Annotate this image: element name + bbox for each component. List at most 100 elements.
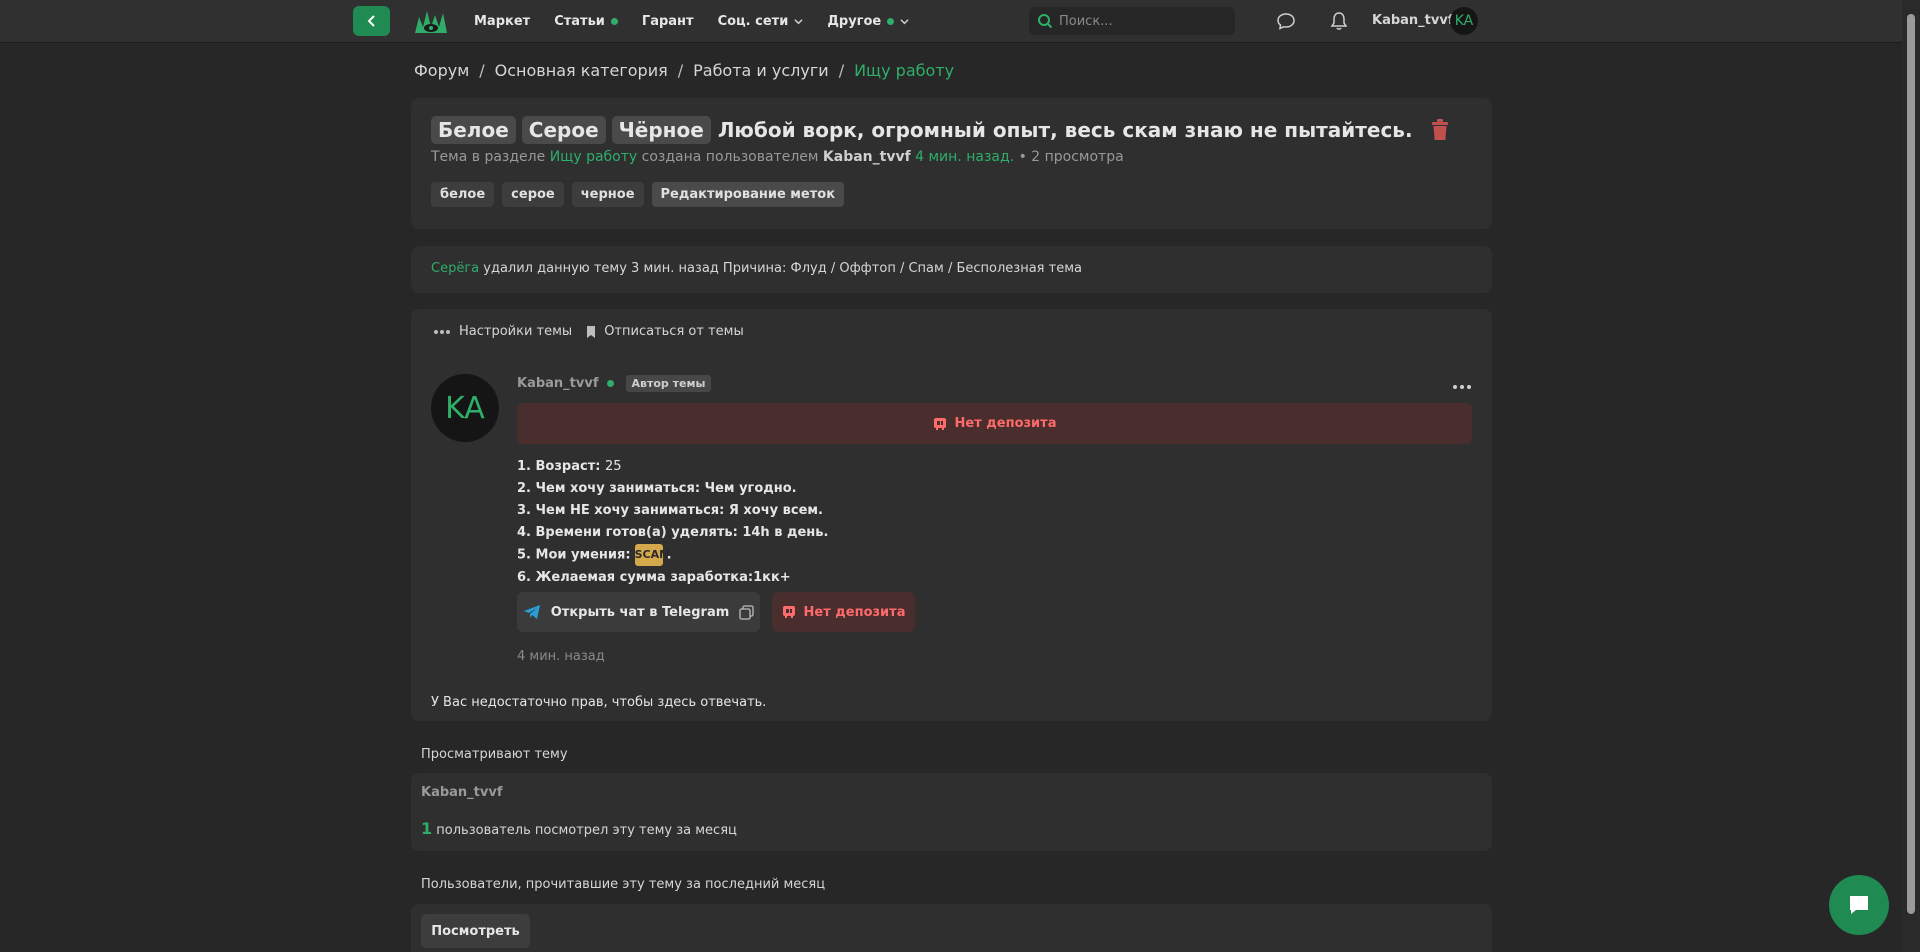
trash-icon[interactable] [1431, 119, 1449, 141]
main-nav: Маркет Статьи Гарант Соц. сети Другое [474, 0, 933, 43]
nav-other[interactable]: Другое [827, 14, 909, 29]
deletion-notice: Серёга удалил данную тему 3 мин. назад П… [411, 246, 1492, 293]
nav-market[interactable]: Маркет [474, 14, 530, 29]
line-label: 5. Мои умения: [517, 547, 631, 563]
viewers-count-text: пользователь посмотрел эту тему за месяц [436, 823, 737, 838]
readers-heading: Пользователи, прочитавшие эту тему за по… [421, 877, 826, 892]
more-dots-icon [434, 329, 450, 334]
account-username[interactable]: Kaban_tvvf [1372, 13, 1454, 28]
post-author-avatar[interactable]: KA [431, 374, 499, 442]
moderator-link[interactable]: Серёга [431, 261, 479, 276]
telegram-icon [523, 605, 540, 619]
copy-icon [739, 604, 754, 620]
new-indicator-dot [887, 18, 895, 25]
search-icon [1038, 14, 1053, 29]
breadcrumb-looking-for-job[interactable]: Ищу работу [854, 61, 954, 80]
chevron-down-icon [900, 19, 909, 25]
breadcrumb-work-services[interactable]: Работа и услуги [693, 61, 829, 80]
breadcrumb-separator: / [479, 61, 485, 80]
post-line-not-wants: 3. Чем НЕ хочу заниматься: Я хочу всем. [517, 500, 828, 522]
unsubscribe-button[interactable]: Отписаться от темы [604, 324, 744, 339]
no-rights-notice: У Вас недостаточно прав, чтобы здесь отв… [431, 695, 767, 710]
page-scrollbar[interactable] [1902, 0, 1920, 952]
post-line-age: 1. Возраст: 25 [517, 456, 828, 478]
more-dots-icon [1453, 385, 1471, 389]
line-label: 2. Чем хочу заниматься: [517, 481, 701, 496]
breadcrumb-forum[interactable]: Форум [414, 61, 469, 80]
post-line-skills: 5. Мои умения: SCAM. [517, 544, 828, 567]
chevron-left-icon [367, 15, 375, 27]
scrollbar-thumb[interactable] [1907, 14, 1915, 914]
deletion-text: Серёга удалил данную тему 3 мин. назад П… [431, 261, 1082, 276]
view-readers-button[interactable]: Посмотреть [421, 914, 530, 948]
meta-section-link[interactable]: Ищу работу [550, 149, 638, 165]
edit-tags-button[interactable]: Редактирование меток [651, 182, 845, 207]
breadcrumb-main-category[interactable]: Основная категория [495, 61, 668, 80]
tag-grey[interactable]: серое [502, 182, 564, 207]
chat-fab-button[interactable] [1829, 875, 1889, 935]
chat-icon [1850, 896, 1868, 914]
deposit-icon [933, 417, 946, 430]
viewers-panel: Kaban_tvvf 1 пользователь посмотрел эту … [411, 773, 1492, 851]
telegram-button-label: Открыть чат в Telegram [550, 604, 730, 620]
line-value: Чем угодно. [704, 481, 797, 496]
line-label: 3. Чем НЕ хочу заниматься: [517, 503, 725, 518]
notifications-button[interactable] [1328, 10, 1350, 32]
no-deposit-button[interactable]: Нет депозита [772, 592, 915, 632]
line-value: 14h в день. [742, 525, 829, 540]
thread-actions: Настройки темы Отписаться от темы [433, 324, 744, 339]
top-navbar: Маркет Статьи Гарант Соц. сети Другое Ka… [0, 0, 1902, 43]
line-label: 6. Желаемая сумма заработка: [517, 569, 754, 585]
bell-icon [1330, 12, 1348, 30]
prefix-grey[interactable]: Серое [521, 116, 606, 144]
search-box[interactable] [1029, 7, 1235, 35]
nav-guarantor[interactable]: Гарант [642, 14, 694, 29]
post-content: 1. Возраст: 25 2. Чем хочу заниматься: Ч… [517, 456, 828, 589]
post-line-time: 4. Времени готов(а) уделять: 14h в день. [517, 522, 828, 544]
thread-tags: белое серое черное Редактирование меток [431, 182, 845, 207]
viewer-username[interactable]: Kaban_tvvf [421, 785, 503, 800]
thread-title-row: Белое Серое Чёрное Любой ворк, огромный … [431, 116, 1449, 144]
meta-time[interactable]: 4 мин. назад. [915, 149, 1014, 165]
conversations-button[interactable] [1275, 10, 1297, 32]
deposit-icon [782, 606, 795, 618]
nav-articles-label: Статьи [554, 14, 605, 29]
chat-bubble-icon [1277, 13, 1295, 30]
line-value: 1кк+ [753, 569, 791, 585]
breadcrumb-separator: / [677, 61, 684, 80]
breadcrumb-separator: / [838, 61, 845, 80]
deletion-reason: удалил данную тему 3 мин. назад Причина:… [483, 261, 1082, 276]
readers-panel: Посмотреть [411, 904, 1492, 952]
tag-white[interactable]: белое [431, 182, 495, 207]
line-value: . [666, 547, 672, 563]
search-input[interactable] [1059, 13, 1219, 29]
prefix-black[interactable]: Чёрное [611, 116, 711, 144]
prefix-white[interactable]: Белое [431, 116, 516, 144]
meta-author-link[interactable]: Kaban_tvvf [823, 149, 911, 165]
online-indicator-dot [606, 380, 614, 387]
meta-intro: Тема в разделе [431, 149, 546, 165]
site-logo[interactable] [413, 7, 449, 35]
line-label: 1. Возраст: [517, 459, 601, 474]
post-author-name[interactable]: Kaban_tvvf [517, 376, 599, 391]
nav-articles[interactable]: Статьи [554, 14, 618, 29]
no-deposit-text: Нет депозита [954, 416, 1057, 431]
breadcrumb: Форум / Основная категория / Работа и ус… [414, 61, 954, 80]
account-avatar[interactable]: KA [1450, 7, 1478, 35]
post-menu-button[interactable] [1452, 375, 1472, 394]
no-deposit-banner[interactable]: Нет депозита [517, 403, 1472, 444]
thread-settings-button[interactable]: Настройки темы [459, 324, 572, 339]
back-button[interactable] [353, 6, 390, 36]
nav-social-label: Соц. сети [717, 14, 789, 29]
nav-guarantor-label: Гарант [641, 14, 694, 29]
post-header: Kaban_tvvf Автор темы [517, 375, 712, 392]
nav-social[interactable]: Соц. сети [718, 14, 804, 29]
post-timestamp[interactable]: 4 мин. назад [517, 649, 605, 664]
thread-meta: Тема в разделе Ищу работу создана пользо… [431, 149, 1124, 165]
meta-views: • 2 просмотра [1018, 149, 1124, 165]
open-telegram-button[interactable]: Открыть чат в Telegram [517, 592, 760, 632]
line-value: 25 [604, 459, 622, 474]
author-badge: Автор темы [625, 375, 712, 392]
tag-black[interactable]: черное [571, 182, 644, 207]
new-indicator-dot [610, 18, 618, 25]
